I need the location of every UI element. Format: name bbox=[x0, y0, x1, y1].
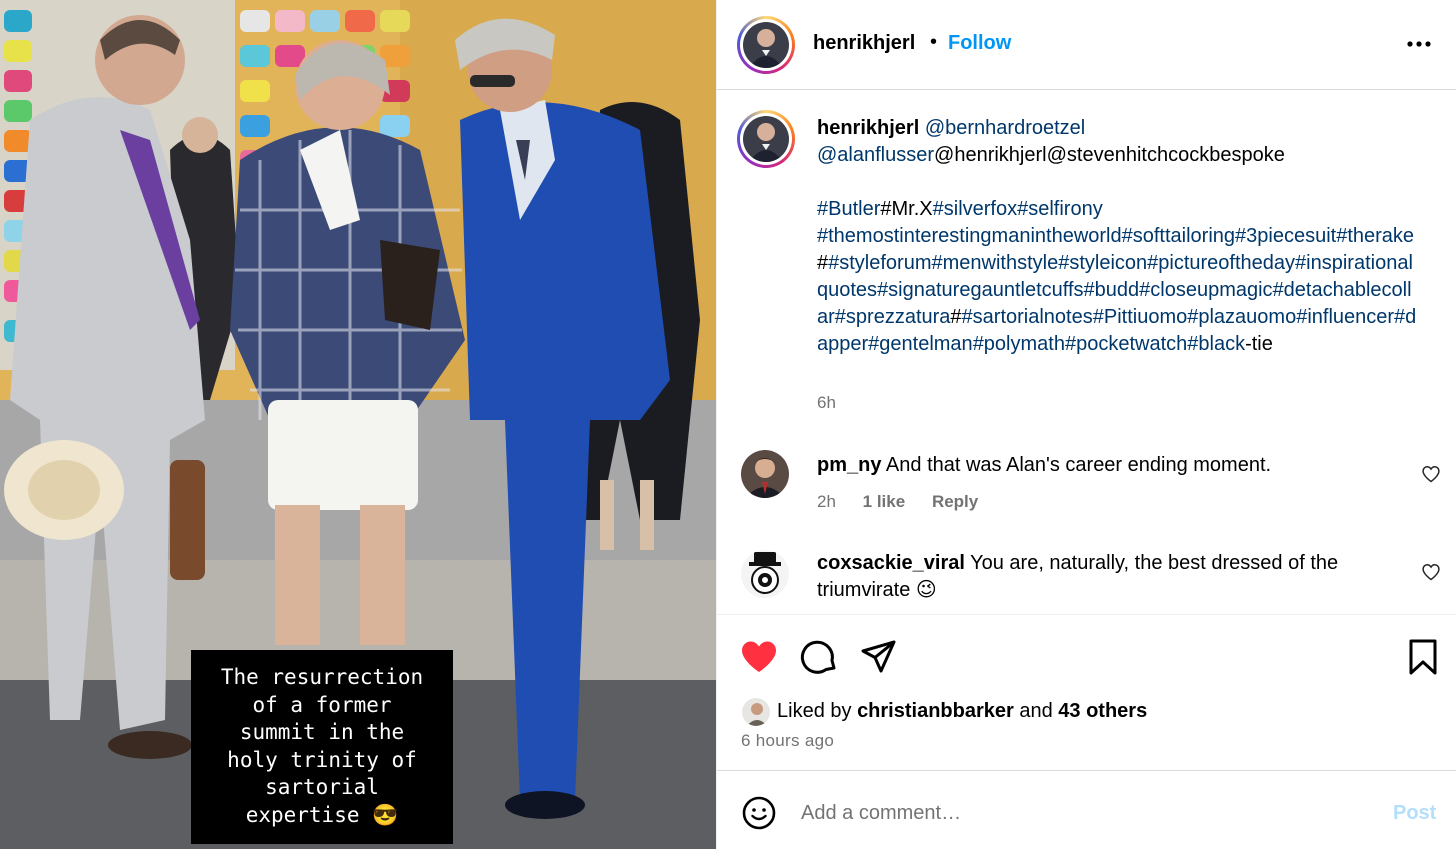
mention-link[interactable]: @alanflusser bbox=[817, 144, 934, 166]
comment-item: coxsackie_viral You are, naturally, the … bbox=[717, 550, 1456, 610]
comment-like-heart-icon[interactable] bbox=[1421, 562, 1441, 582]
author-avatar-image bbox=[743, 22, 789, 68]
hashtag-link[interactable]: #closeupmagic bbox=[1139, 279, 1272, 301]
comment-input[interactable] bbox=[801, 797, 1361, 829]
post-details-panel: henrikhjerl • Follow henrikhjerl @bernha bbox=[716, 0, 1456, 849]
hashtag-link[interactable]: #themostinterestingmanintheworld bbox=[817, 225, 1122, 247]
commenter-username[interactable]: pm_ny bbox=[817, 454, 881, 476]
hashtag-link[interactable]: #softtailoring bbox=[1122, 225, 1235, 247]
likes-others-link[interactable]: 43 others bbox=[1058, 700, 1147, 722]
commenter-avatar[interactable] bbox=[741, 550, 789, 598]
comment-icon[interactable] bbox=[799, 637, 839, 677]
likes-text: Liked by christianbbarker and 43 others bbox=[777, 700, 1147, 723]
commenter-username[interactable]: coxsackie_viral bbox=[817, 552, 965, 574]
hashtag-link[interactable]: #influencer bbox=[1296, 306, 1394, 328]
commenter-avatar[interactable] bbox=[741, 450, 789, 498]
liker-avatar[interactable] bbox=[741, 697, 771, 727]
photo-caption-overlay: The resurrection of a former summit in t… bbox=[191, 650, 453, 844]
author-avatar[interactable] bbox=[737, 16, 795, 74]
post-comment-button[interactable]: Post bbox=[1393, 802, 1436, 825]
caption-overlay-line: expertise 😎 bbox=[245, 802, 399, 827]
hashtag-link[interactable]: #pictureoftheday bbox=[1147, 252, 1295, 274]
mention-link[interactable]: @stevenhitchcockbespoke bbox=[1047, 144, 1285, 166]
caption-overlay-line: summit in the bbox=[239, 720, 405, 744]
caption-author-avatar[interactable] bbox=[737, 110, 795, 168]
hashtag-link[interactable]: #Pittiuomo bbox=[1093, 306, 1188, 328]
author-username[interactable]: henrikhjerl bbox=[813, 32, 915, 55]
post-image[interactable]: The resurrection of a former summit in t… bbox=[0, 0, 716, 849]
hashtag-link[interactable]: #silverfox bbox=[933, 198, 1017, 220]
hashtag-link[interactable]: #pocketwatch bbox=[1065, 333, 1187, 355]
hashtag-link[interactable]: #styleforum bbox=[828, 252, 931, 274]
hashtag-link[interactable]: #budd bbox=[1084, 279, 1140, 301]
post-caption: henrikhjerl @bernhardroetzel @alanflusse… bbox=[817, 115, 1417, 358]
share-icon[interactable] bbox=[859, 637, 899, 677]
hashtag-link[interactable]: #3piecesuit bbox=[1235, 225, 1336, 247]
comment-like-heart-icon[interactable] bbox=[1421, 464, 1441, 484]
reply-button[interactable]: Reply bbox=[932, 492, 978, 511]
comment-item: pm_ny And that was Alan's career ending … bbox=[717, 450, 1456, 530]
hashtag-link[interactable]: #therake bbox=[1336, 225, 1414, 247]
separator-dot: • bbox=[930, 31, 938, 53]
hashtag-link[interactable]: #selfirony bbox=[1017, 198, 1103, 220]
caption-author-avatar-image bbox=[743, 116, 789, 162]
comments-scroll-area[interactable]: henrikhjerl @bernhardroetzel @alanflusse… bbox=[717, 90, 1456, 615]
more-horizontal-icon[interactable] bbox=[1405, 36, 1433, 52]
caption-overlay-line: holy trinity of bbox=[227, 747, 417, 772]
caption-username[interactable]: henrikhjerl bbox=[817, 117, 919, 139]
caption-trailing-text: -tie bbox=[1245, 333, 1273, 355]
bookmark-icon[interactable] bbox=[1403, 637, 1443, 677]
liker-username[interactable]: christianbbarker bbox=[857, 700, 1014, 722]
hashtag-link[interactable]: #plazauomo bbox=[1187, 306, 1296, 328]
caption-timestamp[interactable]: 6h bbox=[817, 393, 836, 413]
follow-button[interactable]: Follow bbox=[948, 32, 1011, 55]
hashtag-link[interactable]: #signaturegauntletcuffs bbox=[877, 279, 1083, 301]
comment-meta: 2h 1 like Reply bbox=[817, 492, 1000, 512]
hashtag-link[interactable]: # bbox=[950, 306, 961, 328]
comment-likes[interactable]: 1 like bbox=[863, 492, 906, 511]
likes-prefix: Liked by bbox=[777, 700, 858, 722]
post-header: henrikhjerl • Follow bbox=[717, 0, 1456, 90]
hashtag-link[interactable]: # bbox=[817, 252, 828, 274]
comment-text: coxsackie_viral You are, naturally, the … bbox=[817, 550, 1397, 604]
hashtag-link[interactable]: #polymath bbox=[973, 333, 1065, 355]
commenter-avatar-image bbox=[741, 450, 789, 498]
hashtag-link[interactable]: #sartorialnotes bbox=[962, 306, 1093, 328]
heart-filled-icon[interactable] bbox=[739, 637, 779, 677]
hashtag-link[interactable]: #Mr.X bbox=[880, 198, 932, 220]
emoji-icon[interactable] bbox=[741, 795, 777, 831]
post-actions bbox=[717, 615, 1456, 695]
comment-time[interactable]: 2h bbox=[817, 492, 836, 511]
mention-link[interactable]: @bernhardroetzel bbox=[925, 117, 1085, 139]
hashtag-link[interactable]: #sprezzatura bbox=[835, 306, 951, 328]
add-comment-bar: Post bbox=[717, 770, 1456, 849]
likes-middle: and bbox=[1013, 700, 1059, 722]
caption-overlay-line: of a former bbox=[252, 692, 392, 717]
liker-avatar-image bbox=[742, 698, 770, 726]
hashtag-link[interactable]: #styleicon bbox=[1058, 252, 1147, 274]
post-timestamp[interactable]: 6 hours ago bbox=[741, 731, 834, 751]
caption-overlay-line: sartorial bbox=[265, 775, 379, 799]
hashtag-link[interactable]: #Butler bbox=[817, 198, 880, 220]
mention-link[interactable]: @henrikhjerl bbox=[934, 144, 1047, 166]
comment-body: And that was Alan's career ending moment… bbox=[885, 454, 1272, 476]
hashtag-link[interactable]: #menwithstyle bbox=[932, 252, 1059, 274]
hashtag-link[interactable]: #black bbox=[1187, 333, 1245, 355]
commenter-avatar-image bbox=[741, 550, 789, 598]
comment-text: pm_ny And that was Alan's career ending … bbox=[817, 452, 1397, 479]
caption-overlay-line: The resurrection bbox=[220, 665, 424, 689]
hashtag-link[interactable]: #gentelman bbox=[868, 333, 973, 355]
